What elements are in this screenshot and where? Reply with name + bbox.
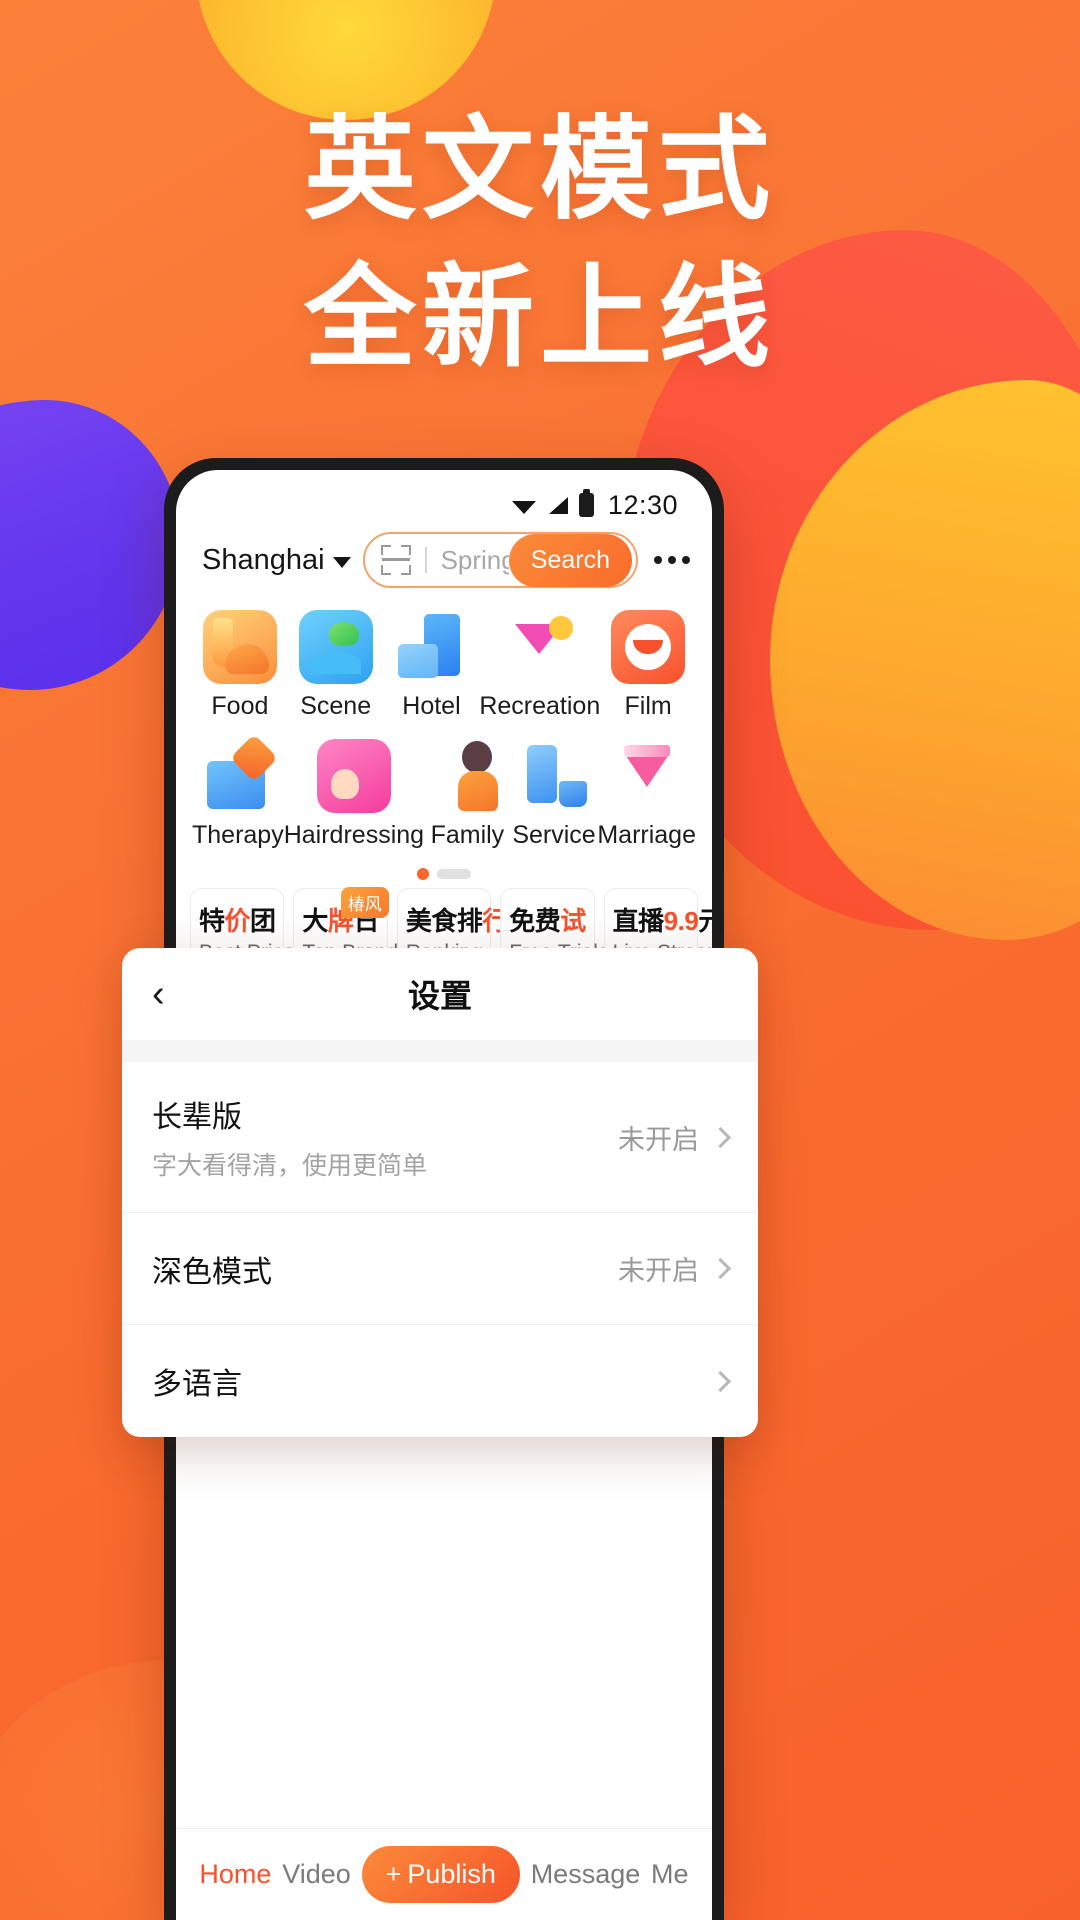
category-item-food[interactable]: Food [192,610,288,721]
category-item-service[interactable]: Service [511,739,598,850]
service-icon [517,739,591,813]
more-dots-icon[interactable] [650,556,690,564]
settings-row-value: 未开启 [618,1256,699,1286]
tab-home[interactable]: Home [199,1859,271,1890]
tab-me[interactable]: Me [651,1859,689,1890]
city-selector[interactable]: Shanghai [202,544,351,577]
settings-row-label: 多语言 [152,1368,242,1401]
settings-row-dark-mode[interactable]: 深色模式 未开启 [122,1213,758,1325]
chevron-down-icon [332,556,351,568]
bottom-tab-bar: Home Video + Publish Message Me [176,1828,712,1920]
status-time: 12:30 [607,489,678,520]
settings-row-languages[interactable]: 多语言 [122,1325,758,1437]
search-input[interactable]: Spring train t... Search [362,532,638,588]
settings-row-label: 长辈版 [152,1101,242,1134]
cocktail-icon [503,610,577,684]
category-label: Food [211,692,269,720]
category-item-hotel[interactable]: Hotel [384,610,480,721]
settings-row-sub: 字大看得清，使用更简单 [152,1152,428,1180]
film-cat-icon [611,610,686,684]
carousel-pager[interactable] [176,850,712,884]
city-label: Shanghai [202,543,325,576]
search-placeholder: Spring train t... [440,544,509,575]
settings-row-label: 深色模式 [152,1255,272,1289]
settings-row-text: 深色模式 [152,1247,618,1291]
promo-title-cn: 直播9.9元 [612,906,712,936]
scenery-icon [298,610,373,684]
pager-dot-active[interactable] [417,868,429,880]
battery-icon [578,489,594,517]
category-item-recreation[interactable]: Recreation [479,610,600,721]
category-label: Family [430,821,505,849]
settings-row-right [699,1370,732,1392]
therapy-icon [201,739,275,813]
marriage-icon [610,739,684,813]
headline-line-1: 英文模式 [304,107,776,232]
category-item-marriage[interactable]: Marriage [597,739,696,850]
settings-row-text: 多语言 [152,1359,699,1403]
tab-message[interactable]: Message [531,1859,641,1890]
promo-title-cn: 美食排行 [405,906,509,936]
category-grid: Food Scene Hotel Recreation Film Therapy… [176,588,712,850]
category-label: Film [624,692,672,720]
chevron-right-icon [709,1370,732,1392]
category-item-family[interactable]: Family [424,739,511,850]
category-label: Service [512,821,596,849]
headline-line-2: 全新上线 [304,254,776,380]
category-row-1: Food Scene Hotel Recreation Film [192,610,696,721]
plus-icon: + [385,1859,402,1889]
divider [424,547,427,573]
family-icon [430,739,504,813]
search-button[interactable]: Search [508,533,632,587]
chevron-right-icon [709,1257,732,1280]
promo-title-cn: 免费试 [509,906,586,936]
category-label: Scene [300,692,372,720]
category-label: Marriage [597,821,696,849]
food-icon [202,610,277,684]
category-label: Hotel [402,692,461,720]
settings-row-elder-mode[interactable]: 长辈版 字大看得清，使用更简单 未开启 [122,1062,758,1213]
pager-dot[interactable] [437,869,471,879]
category-item-therapy[interactable]: Therapy [192,739,284,850]
chevron-right-icon [709,1126,732,1148]
category-label: Recreation [479,692,601,720]
settings-row-text: 长辈版 字大看得清，使用更简单 [152,1092,618,1182]
decor-blob-purple [0,400,180,690]
settings-row-right: 未开启 [618,1249,732,1288]
wifi-icon [511,496,537,515]
settings-row-right: 未开启 [618,1118,732,1157]
hotel-icon [394,610,468,684]
category-label: Hairdressing [283,821,425,849]
poster-headline: 英文模式 全新上线 [0,96,1080,392]
settings-row-value: 未开启 [618,1124,699,1155]
search-header: Shanghai Spring train t... Search [176,526,712,588]
promo-title-cn: 特价团 [199,906,276,936]
category-label: Therapy [192,821,284,849]
settings-modal: ‹ 设置 长辈版 字大看得清，使用更简单 未开启 深色模式 未开启 多语言 [122,948,758,1437]
category-item-film[interactable]: Film [600,610,696,721]
signal-icon [547,496,569,515]
settings-title: 设置 [407,978,472,1014]
publish-label: Publish [407,1859,496,1889]
publish-button[interactable]: + Publish [361,1846,520,1903]
settings-gap [122,1040,758,1062]
scan-icon[interactable] [380,545,411,575]
status-bar: 12:30 [176,470,712,526]
settings-header: ‹ 设置 [122,948,758,1040]
category-item-hairdressing[interactable]: Hairdressing [284,739,424,850]
category-row-2: Therapy Hairdressing Family Service Marr… [192,739,696,850]
tab-video[interactable]: Video [282,1859,351,1890]
category-item-scene[interactable]: Scene [288,610,384,721]
hairdressing-icon [316,739,391,813]
promo-tag: 椿风 [340,887,389,918]
back-chevron-icon[interactable]: ‹ [152,975,165,1013]
